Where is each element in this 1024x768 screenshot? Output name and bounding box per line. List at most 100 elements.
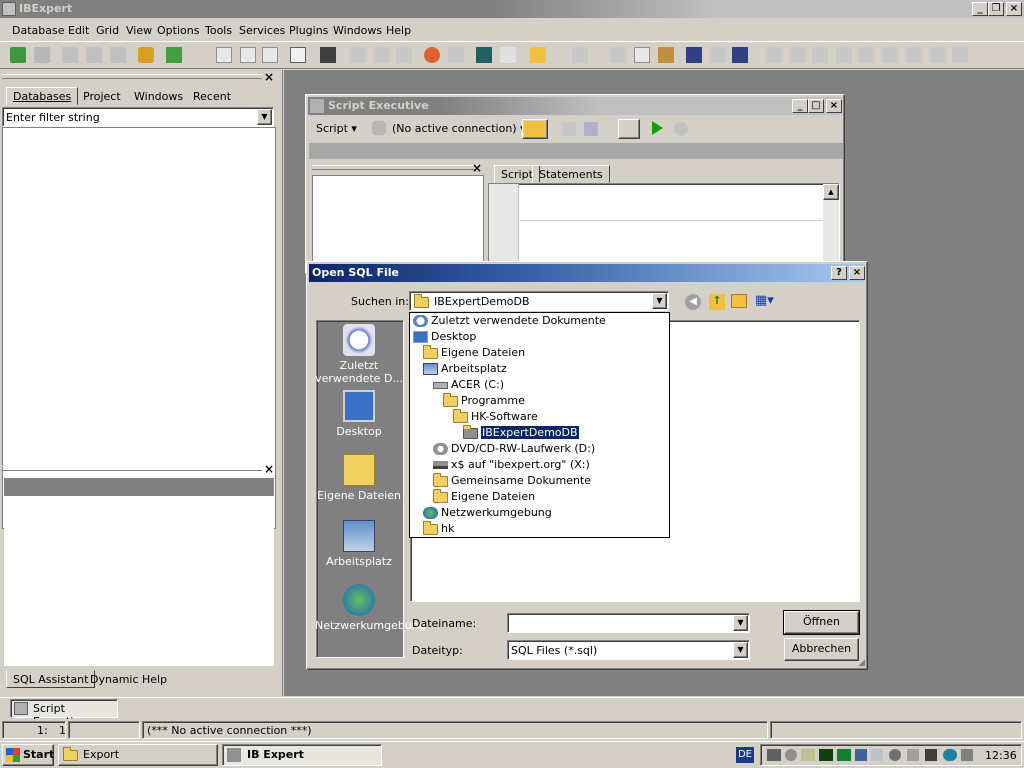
open-script-icon[interactable]	[522, 119, 548, 139]
new-folder-icon[interactable]	[731, 294, 747, 308]
tool-e-icon[interactable]	[812, 47, 828, 63]
tool-b-icon[interactable]	[374, 47, 390, 63]
place-my-computer[interactable]: Arbeitsplatz	[315, 520, 403, 568]
dropdown-item-recent[interactable]: Zuletzt verwendete Dokumente	[413, 313, 606, 329]
dialog-help-button[interactable]: ?	[831, 266, 847, 280]
view-menu-icon[interactable]: ▦▾	[755, 294, 779, 310]
look-in-dropdown-button[interactable]: ▼	[652, 293, 667, 309]
start-button[interactable]: Start	[2, 744, 54, 766]
exit-icon[interactable]	[166, 47, 182, 63]
tab-project[interactable]: Project	[77, 88, 127, 106]
scroll-up-icon[interactable]: ▲	[823, 184, 839, 200]
tool-g-icon[interactable]	[858, 47, 874, 63]
tool-f-icon[interactable]	[836, 47, 852, 63]
place-my-documents[interactable]: Eigene Dateien	[315, 454, 403, 502]
taskbar-item-export[interactable]: Export	[58, 744, 218, 766]
menu-windows[interactable]: Windows	[333, 24, 382, 37]
back-icon[interactable]: ◀	[685, 294, 701, 310]
window-tab-script-executive[interactable]: Script Executive	[10, 699, 118, 728]
tray-ram-icon[interactable]	[837, 749, 851, 761]
tray-eye-icon[interactable]	[943, 749, 957, 761]
reconnect-icon[interactable]	[110, 47, 126, 63]
copy-icon[interactable]	[634, 47, 650, 63]
resize-grip-icon[interactable]: ◢	[858, 658, 865, 668]
tab-dynamic-help[interactable]: Dynamic Help	[84, 671, 173, 689]
dropdown-item-my-files[interactable]: Eigene Dateien	[433, 488, 535, 505]
tool-j-icon[interactable]	[930, 47, 946, 63]
replace-icon[interactable]	[732, 47, 748, 63]
taskbar-item-ibexpert[interactable]: IB Expert	[222, 744, 382, 766]
script-close-button[interactable]: ×	[826, 99, 842, 113]
connect-icon[interactable]	[62, 47, 78, 63]
db-monitor-icon[interactable]	[476, 47, 492, 63]
db-properties-icon[interactable]	[138, 47, 154, 63]
tray-speaker-icon[interactable]	[961, 749, 973, 761]
dock-splitter[interactable]	[280, 70, 283, 696]
minimize-button[interactable]: _	[972, 2, 988, 16]
dropdown-item-network-drive[interactable]: x$ auf "ibexpert.org" (X:)	[433, 457, 590, 473]
filetype-select[interactable]: SQL Files (*.sql) ▼	[507, 640, 750, 660]
new-icon[interactable]	[216, 47, 232, 63]
menu-grid[interactable]: Grid	[96, 24, 119, 37]
report-icon[interactable]	[500, 47, 516, 63]
script-max-button[interactable]: □	[808, 99, 824, 113]
filter-dropdown-button[interactable]: ▼	[257, 109, 272, 125]
tray-camera-icon[interactable]	[767, 749, 781, 761]
tool-a-icon[interactable]	[350, 47, 366, 63]
key-icon[interactable]	[448, 47, 464, 63]
disconnect-icon[interactable]	[86, 47, 102, 63]
open-button[interactable]: Öffnen	[783, 610, 860, 635]
tab-statements[interactable]: Statements	[532, 165, 610, 183]
panel-grip-2[interactable]	[2, 466, 262, 471]
dropdown-item-drive-c[interactable]: ACER (C:)	[433, 377, 504, 393]
tab-windows[interactable]: Windows	[128, 88, 189, 106]
find-icon[interactable]	[686, 47, 702, 63]
tray-cpu-icon[interactable]	[801, 749, 815, 761]
menu-tools[interactable]: Tools	[205, 24, 232, 37]
dropdown-item-dvd-drive[interactable]: DVD/CD-RW-Laufwerk (D:)	[433, 441, 595, 457]
script-min-button[interactable]: _	[792, 99, 808, 113]
tool-i-icon[interactable]	[906, 47, 922, 63]
print-icon[interactable]	[396, 47, 412, 63]
restore-button[interactable]: ❐	[988, 2, 1004, 16]
dropdown-item-desktop[interactable]: Desktop	[413, 329, 476, 345]
tray-gear-icon[interactable]	[785, 749, 797, 761]
filetype-dropdown-button[interactable]: ▼	[733, 642, 748, 658]
cut-icon[interactable]	[610, 47, 626, 63]
dialog-close-button[interactable]: ×	[849, 266, 865, 280]
script-left-close-icon[interactable]: ×	[472, 161, 482, 175]
tray-clock[interactable]: 12:36	[985, 749, 1017, 762]
place-network[interactable]: Netzwerkumgebung	[315, 584, 426, 632]
script-menu-button[interactable]: Script ▾	[316, 122, 357, 135]
find-next-icon[interactable]	[710, 47, 726, 63]
tool-k-icon[interactable]	[952, 47, 968, 63]
tab-recent[interactable]: Recent	[187, 88, 237, 106]
panel-grip[interactable]	[2, 74, 262, 79]
connection-selector[interactable]: (No active connection) ▾	[392, 122, 526, 135]
copy-object-icon[interactable]	[240, 47, 256, 63]
dropdown-item-hk-software[interactable]: HK-Software	[453, 408, 538, 425]
tray-network-icon[interactable]	[871, 749, 883, 761]
language-indicator[interactable]: DE	[736, 747, 754, 763]
dropdown-item-my-computer[interactable]: Arbeitsplatz	[423, 361, 507, 377]
close-button[interactable]: ×	[1006, 2, 1022, 16]
place-recent[interactable]: Zuletzt verwendete D...	[315, 324, 403, 385]
place-desktop[interactable]: Desktop	[315, 390, 403, 438]
tree-view-icon[interactable]	[618, 119, 640, 139]
menu-help[interactable]: Help	[386, 24, 411, 37]
dropdown-item-my-documents[interactable]: Eigene Dateien	[423, 344, 525, 361]
tray-shield-icon[interactable]	[855, 749, 867, 761]
open-folder-icon[interactable]	[530, 47, 546, 63]
sql-editor-icon[interactable]	[290, 47, 306, 63]
db-filter-input[interactable]: Enter filter string ▼	[2, 107, 274, 127]
up-folder-icon[interactable]: ↑	[709, 294, 725, 310]
dropdown-item-network[interactable]: Netzwerkumgebung	[423, 505, 552, 521]
script-left-grip[interactable]	[312, 165, 478, 170]
menu-edit[interactable]: Edit	[68, 24, 89, 37]
tray-display-icon[interactable]	[925, 749, 937, 761]
menu-services[interactable]: Services	[239, 24, 285, 37]
script-exec-icon[interactable]	[320, 47, 336, 63]
tray-sync-icon[interactable]	[907, 749, 919, 761]
panel2-close-icon[interactable]: ×	[264, 462, 274, 476]
user-manager-icon[interactable]	[424, 47, 440, 63]
